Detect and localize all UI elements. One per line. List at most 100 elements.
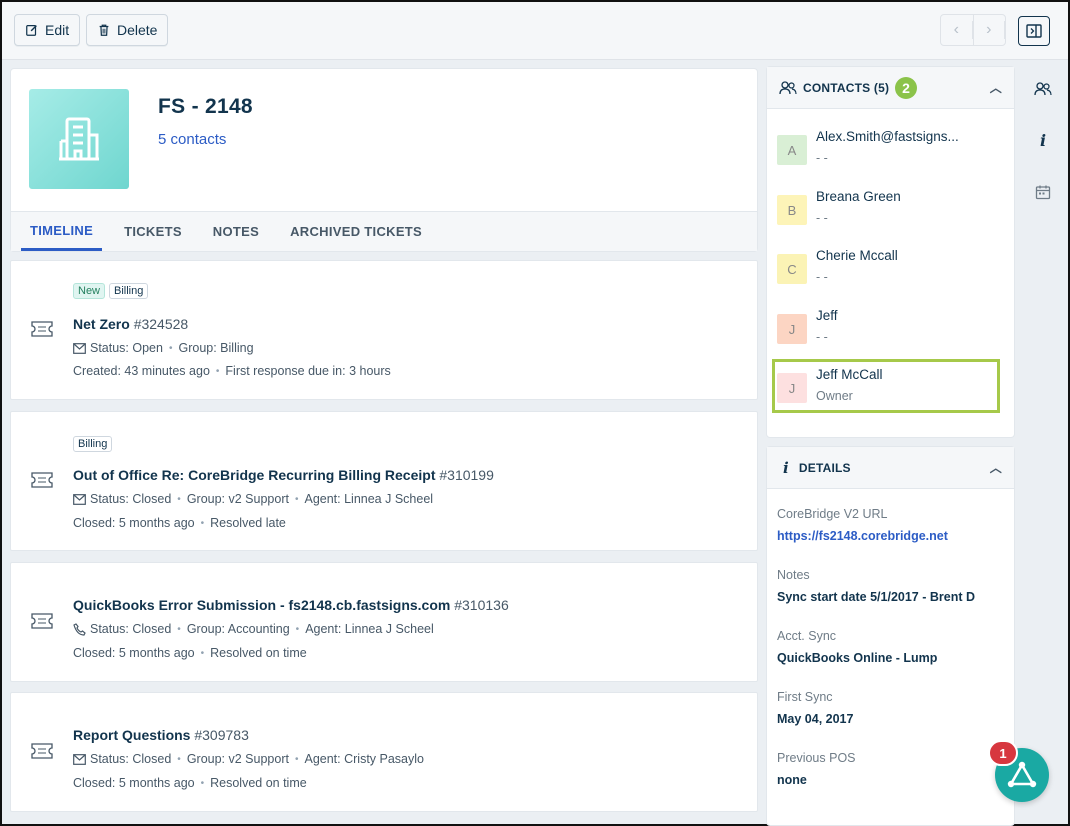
- tab-tickets[interactable]: TICKETS: [115, 212, 191, 251]
- company-contacts-link[interactable]: 5 contacts: [158, 131, 226, 148]
- ticket-meta-line: Closed: 5 months ago • Resolved on time: [73, 646, 307, 660]
- ticket-meta-line: Status: Open • Group: Billing: [73, 341, 254, 355]
- mail-icon: [73, 342, 86, 354]
- ticket-subject: Net Zero: [73, 316, 130, 332]
- rail-info-button[interactable]: i: [1033, 130, 1053, 150]
- contact-item[interactable]: J Jeff - -: [777, 308, 997, 360]
- detail-link[interactable]: https://fs2148.corebridge.net: [777, 529, 948, 543]
- ticket-group: Group: Accounting: [186, 622, 290, 636]
- contact-item[interactable]: J Jeff McCall Owner: [777, 367, 997, 419]
- timeline-ticket-item[interactable]: QuickBooks Error Submission - fs2148.cb.…: [10, 562, 758, 682]
- ticket-title[interactable]: Out of Office Re: CoreBridge Recurring B…: [73, 467, 494, 483]
- edit-button-label: Edit: [45, 22, 70, 38]
- step-badge: 2: [895, 76, 918, 99]
- chevron-up-icon[interactable]: ︿: [990, 79, 1002, 96]
- notification-badge: 1: [988, 740, 1018, 766]
- ticket-resolution: Resolved on time: [210, 776, 307, 790]
- tab-notes[interactable]: NOTES: [204, 212, 268, 251]
- edit-icon: [26, 25, 37, 36]
- contact-item[interactable]: B Breana Green - -: [777, 189, 997, 241]
- info-icon: i: [1039, 130, 1047, 150]
- delete-button[interactable]: Delete: [86, 14, 169, 46]
- ticket-status: Status: Closed: [90, 752, 172, 766]
- details-panel: i DETAILS ︿ CoreBridge V2 URL https://fs…: [766, 446, 1015, 826]
- prev-record-button[interactable]: ‹: [941, 15, 974, 45]
- ticket-tags: Billing: [73, 436, 113, 452]
- rail-contacts-button[interactable]: [1033, 79, 1053, 99]
- ticket-title[interactable]: Net Zero #324528: [73, 316, 188, 332]
- contacts-panel: CONTACTS (5) 2 ︿ A Alex.Smith@fastsigns.…: [766, 66, 1015, 438]
- ticket-icon: [31, 613, 53, 629]
- mail-icon: [73, 753, 86, 765]
- ticket-status: Status: Closed: [90, 492, 172, 506]
- company-name: FS - 2148: [158, 95, 253, 118]
- ticket-icon: [31, 743, 53, 759]
- contacts-panel-header[interactable]: CONTACTS (5) 2 ︿: [767, 67, 1014, 109]
- company-header-card: FS - 2148 5 contacts TIMELINE TICKETS NO…: [10, 68, 758, 252]
- contact-name: Breana Green: [816, 189, 901, 204]
- tag-badge: Billing: [109, 283, 149, 299]
- detail-value: none: [777, 773, 807, 787]
- detail-label: Previous POS: [777, 751, 856, 765]
- ticket-icon: [31, 472, 53, 488]
- tag-badge: New: [73, 283, 106, 299]
- phone-icon: [73, 622, 86, 636]
- contacts-icon: [779, 80, 797, 94]
- sidebar-toggle-button[interactable]: [1018, 16, 1050, 46]
- contact-item[interactable]: C Cherie Mccall - -: [777, 248, 997, 300]
- ticket-group: Group: Billing: [178, 341, 254, 355]
- next-record-button[interactable]: ›: [974, 15, 1005, 45]
- timeline-ticket-item[interactable]: Report Questions #309783 Status: Closed •…: [10, 692, 758, 812]
- ticket-resolution: Resolved on time: [210, 646, 307, 660]
- details-panel-header[interactable]: i DETAILS ︿: [767, 447, 1014, 489]
- ticket-title[interactable]: Report Questions #309783: [73, 727, 249, 743]
- detail-value: May 04, 2017: [777, 712, 854, 726]
- detail-label: CoreBridge V2 URL: [777, 507, 888, 521]
- contact-title: - -: [816, 270, 828, 284]
- contact-avatar: B: [777, 195, 807, 225]
- rail-calendar-button[interactable]: [1033, 182, 1053, 202]
- tab-archived-tickets[interactable]: ARCHIVED TICKETS: [281, 212, 431, 251]
- ticket-subject: Out of Office Re: CoreBridge Recurring B…: [73, 467, 436, 483]
- delete-button-label: Delete: [117, 22, 158, 38]
- ticket-id: #324528: [133, 316, 189, 332]
- company-tabs: TIMELINE TICKETS NOTES ARCHIVED TICKETS: [11, 211, 757, 251]
- ticket-agent: Agent: Linnea J Scheel: [304, 492, 434, 506]
- edit-button[interactable]: Edit: [14, 14, 81, 46]
- contact-item[interactable]: A Alex.Smith@fastsigns... - -: [777, 129, 997, 181]
- ticket-status: Status: Closed: [90, 622, 172, 636]
- contact-name: Jeff McCall: [816, 367, 883, 382]
- ticket-meta-line: Status: Closed • Group: v2 Support • Agent…: [73, 752, 424, 766]
- tab-timeline[interactable]: TIMELINE: [21, 212, 103, 251]
- ticket-due: First response due in: 3 hours: [225, 364, 391, 378]
- ticket-closed: Closed: 5 months ago: [73, 646, 195, 660]
- ticket-status: Status: Open: [90, 341, 163, 355]
- ticket-meta-line: Created: 43 minutes ago • First response …: [73, 364, 391, 378]
- building-icon: [59, 117, 99, 161]
- info-icon: i: [783, 458, 789, 477]
- contact-name: Cherie Mccall: [816, 248, 898, 263]
- company-avatar: [29, 89, 129, 189]
- contact-name: Alex.Smith@fastsigns...: [816, 129, 959, 144]
- details-panel-title: DETAILS: [798, 460, 851, 475]
- mail-icon: [73, 493, 86, 505]
- chevron-right-icon: ›: [974, 21, 1005, 39]
- contact-title: - -: [816, 211, 828, 225]
- ticket-id: #310199: [439, 467, 494, 483]
- ticket-id: #310136: [454, 597, 509, 613]
- contact-avatar: A: [777, 135, 807, 165]
- ticket-resolution: Resolved late: [210, 516, 286, 530]
- ticket-group: Group: v2 Support: [186, 752, 289, 766]
- contact-title: - -: [816, 151, 828, 165]
- ticket-icon: [31, 321, 53, 337]
- contact-title: Owner: [816, 389, 853, 403]
- detail-value: Sync start date 5/1/2017 - Brent D: [777, 590, 975, 604]
- chevron-up-icon[interactable]: ︿: [990, 459, 1002, 476]
- timeline-ticket-item[interactable]: New Billing Net Zero #324528 Status: Ope…: [10, 260, 758, 400]
- ticket-id: #309783: [194, 727, 249, 743]
- ticket-meta-line: Closed: 5 months ago • Resolved late: [73, 516, 286, 530]
- timeline-ticket-item[interactable]: Billing Out of Office Re: CoreBridge Rec…: [10, 411, 758, 551]
- ticket-title[interactable]: QuickBooks Error Submission - fs2148.cb.…: [73, 597, 509, 613]
- contact-avatar: C: [777, 254, 807, 284]
- ticket-agent: Agent: Linnea J Scheel: [305, 622, 434, 636]
